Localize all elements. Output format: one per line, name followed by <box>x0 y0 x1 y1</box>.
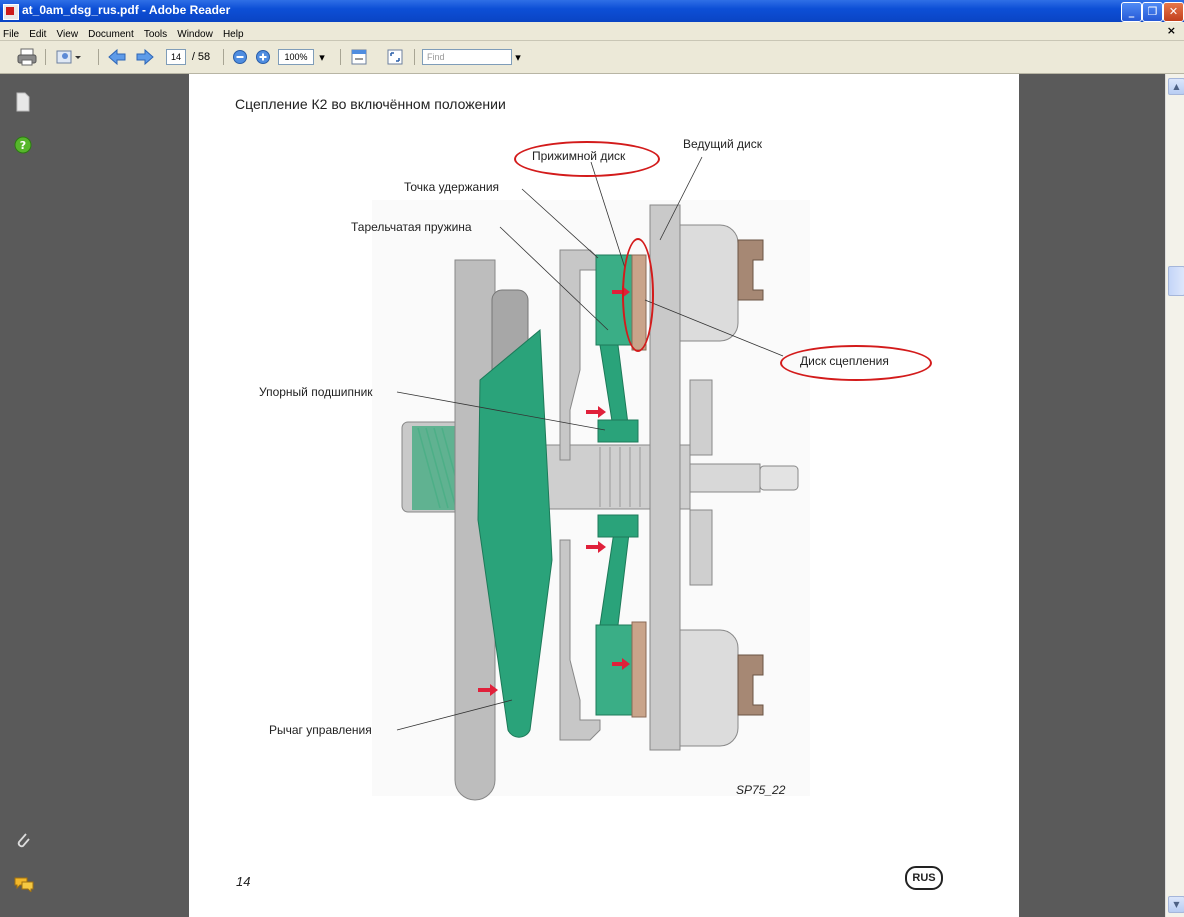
figure-id: SP75_22 <box>736 783 786 797</box>
rus-badge: RUS <box>905 866 943 890</box>
scroll-down-button[interactable]: ▼ <box>1168 896 1184 913</box>
highlight-oval-disc <box>622 238 654 352</box>
label-hold-point: Точка удержания <box>404 180 500 194</box>
label-pressure-disc: Прижимной диск <box>532 149 626 163</box>
clutch-diagram <box>372 156 810 801</box>
scroll-thumb[interactable] <box>1168 266 1184 296</box>
label-clutch-disc: Диск сцепления <box>800 354 889 368</box>
scroll-up-button[interactable]: ▲ <box>1168 78 1184 95</box>
label-drive-disc: Ведущий диск <box>683 137 762 151</box>
vertical-scrollbar[interactable]: ▲ ▼ <box>1165 74 1184 917</box>
label-control-lever: Рычаг управления <box>269 723 372 737</box>
label-release-bearing: Упорный подшипник <box>259 385 373 399</box>
label-diaphragm-spring: Тарельчатая пружина <box>351 220 472 234</box>
page-number: 14 <box>236 874 251 889</box>
